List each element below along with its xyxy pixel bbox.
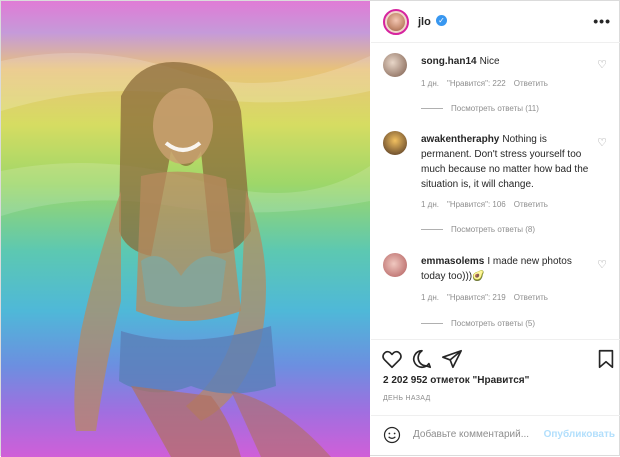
publish-button[interactable]: Опубликовать <box>544 429 615 440</box>
likes-count[interactable]: 2 202 952 отметок "Нравится" <box>383 375 529 386</box>
more-options-icon[interactable]: ••• <box>593 13 611 29</box>
share-icon[interactable] <box>441 348 463 370</box>
post-modal: jlo ✓ ••• song.han14 Nice ♡ 1 дн. "Нравитс… <box>0 0 620 457</box>
comment-likes[interactable]: "Нравится": 222 <box>447 79 506 88</box>
comment-age[interactable]: 1 дн. <box>421 200 439 209</box>
view-replies-button[interactable]: Посмотреть ответы (5) <box>421 319 535 328</box>
comment-username[interactable]: awakentheraphy <box>421 134 499 145</box>
post-side-panel: jlo ✓ ••• song.han14 Nice ♡ 1 дн. "Нравитс… <box>371 1 620 457</box>
commenter-avatar[interactable] <box>383 53 407 77</box>
comment-like-icon[interactable]: ♡ <box>597 58 607 71</box>
add-comment-input[interactable] <box>413 429 543 440</box>
comment-reply-button[interactable]: Ответить <box>514 293 548 302</box>
post-photo[interactable] <box>1 1 370 457</box>
comment-like-icon[interactable]: ♡ <box>597 136 607 149</box>
comment-age[interactable]: 1 дн. <box>421 79 439 88</box>
view-replies-button[interactable]: Посмотреть ответы (11) <box>421 104 539 113</box>
comment-reply-button[interactable]: Ответить <box>514 200 548 209</box>
post-action-bar <box>371 339 620 377</box>
bookmark-icon[interactable] <box>595 348 617 370</box>
photo-illustration <box>1 53 370 457</box>
replies-divider <box>421 229 443 231</box>
comment-body: Nice <box>479 56 500 67</box>
comment-text: emmasolems I made new photos today too)))… <box>421 254 591 284</box>
add-comment-bar: Опубликовать <box>371 415 620 457</box>
comment-likes[interactable]: "Нравится": 219 <box>447 293 506 302</box>
view-replies-label: Посмотреть ответы (11) <box>451 104 539 113</box>
comment-username[interactable]: emmasolems <box>421 256 484 267</box>
heart-icon[interactable] <box>381 348 403 370</box>
comment-age[interactable]: 1 дн. <box>421 293 439 302</box>
post-time[interactable]: ДЕНЬ НАЗАД <box>383 395 431 402</box>
view-replies-button[interactable]: Посмотреть ответы (8) <box>421 225 535 234</box>
comment-like-icon[interactable]: ♡ <box>597 258 607 271</box>
commenter-avatar[interactable] <box>383 131 407 155</box>
post-header: jlo ✓ ••• <box>371 1 620 43</box>
comment-text: awakentheraphy Nothing is permanent. Don'… <box>421 132 591 192</box>
emoji-icon[interactable] <box>383 426 401 444</box>
comment-meta: 1 дн. "Нравится": 106 Ответить <box>421 200 556 209</box>
replies-divider <box>421 323 443 325</box>
commenter-avatar[interactable] <box>383 253 407 277</box>
comment-meta: 1 дн. "Нравится": 222 Ответить <box>421 79 556 88</box>
comment-meta: 1 дн. "Нравится": 219 Ответить <box>421 293 556 302</box>
view-replies-label: Посмотреть ответы (5) <box>451 319 536 328</box>
comment-likes[interactable]: "Нравится": 106 <box>447 200 506 209</box>
comment-username[interactable]: song.han14 <box>421 56 477 67</box>
replies-divider <box>421 108 443 110</box>
verified-badge-icon: ✓ <box>436 15 447 26</box>
comment-reply-button[interactable]: Ответить <box>514 79 548 88</box>
comment-icon[interactable] <box>411 348 433 370</box>
view-replies-label: Посмотреть ответы (8) <box>451 225 536 234</box>
author-avatar[interactable] <box>383 9 409 35</box>
author-username[interactable]: jlo <box>418 16 431 28</box>
comment-text: song.han14 Nice <box>421 54 591 69</box>
